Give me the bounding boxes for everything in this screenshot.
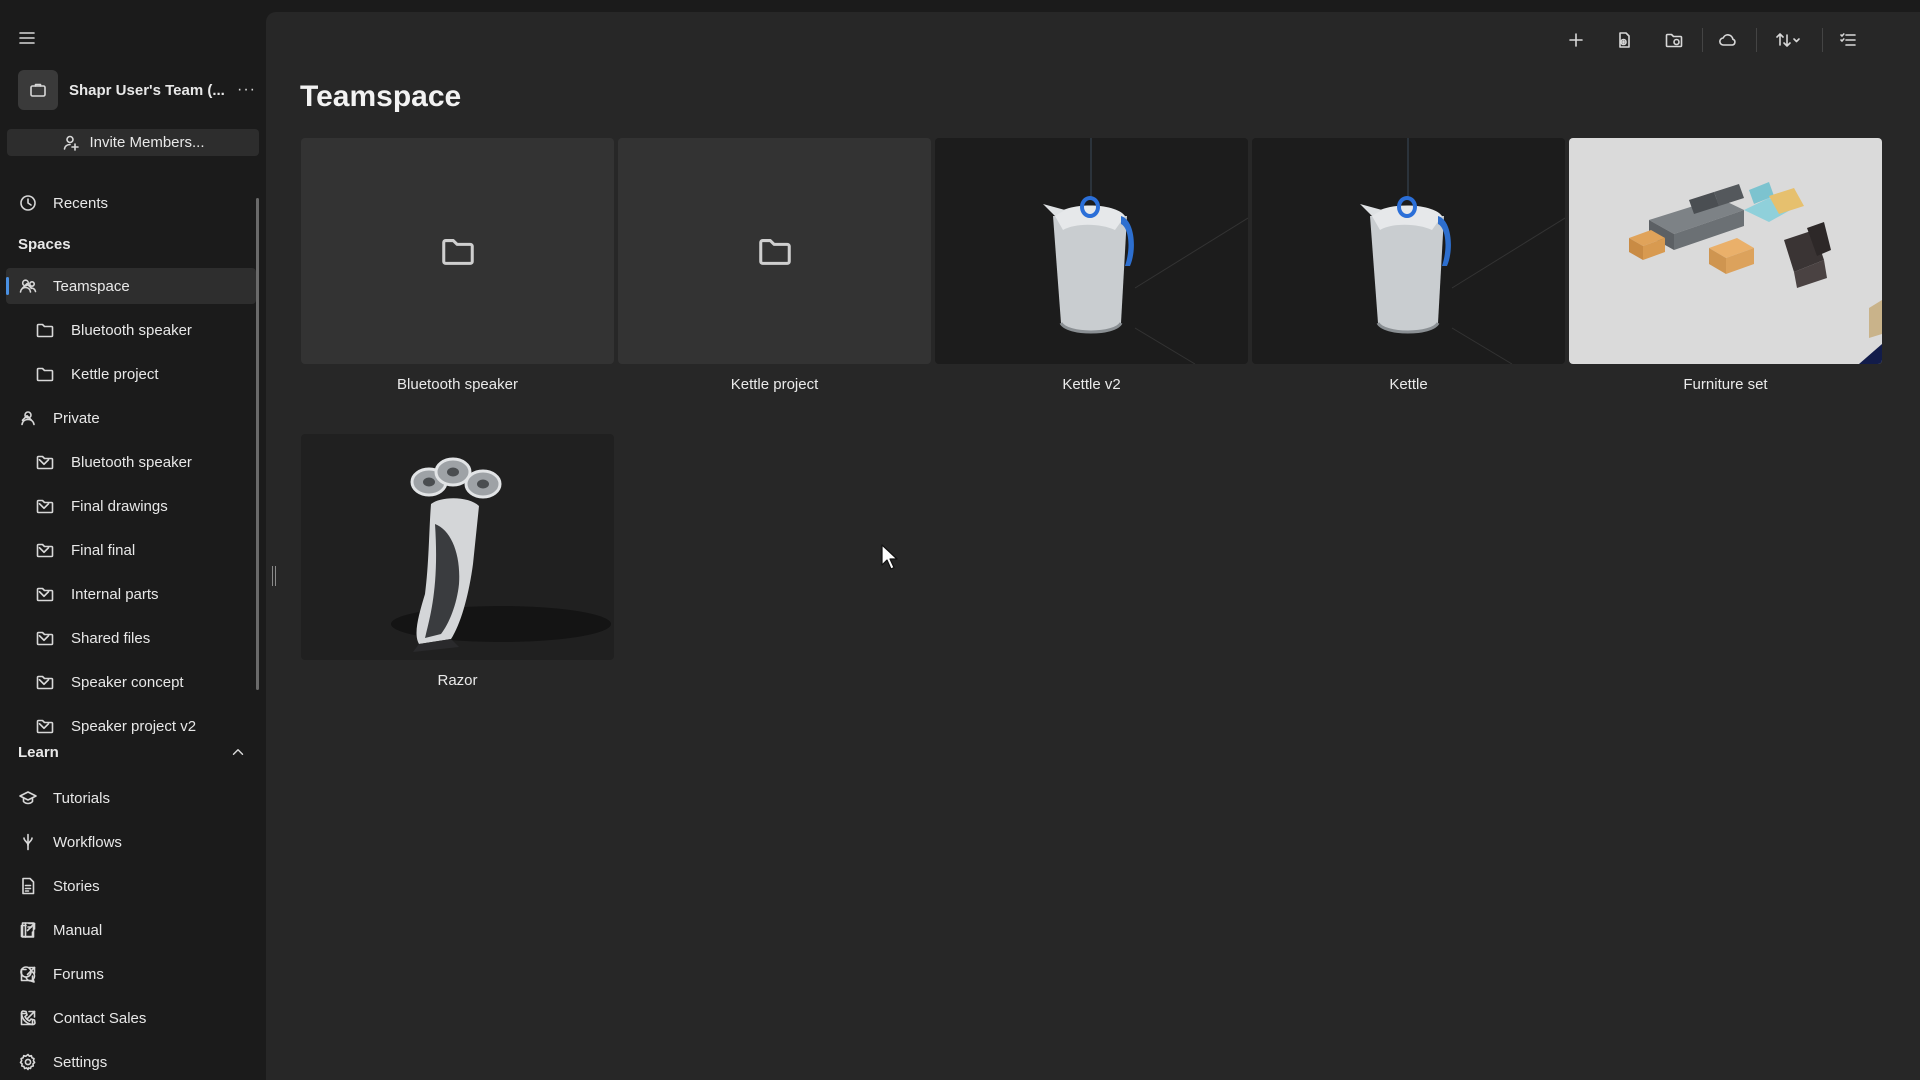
workflow-icon <box>18 832 38 852</box>
toolbar <box>1560 24 1920 56</box>
folder-thumbnail <box>618 138 931 364</box>
sidebar-item-private[interactable]: Private <box>0 400 256 436</box>
chevron-down-icon[interactable] <box>35 541 246 559</box>
team-selector[interactable]: Shapr User's Team (... ··· <box>18 70 258 110</box>
spaces-header: Spaces <box>18 236 71 253</box>
folder-label: Bluetooth speaker <box>71 321 192 339</box>
sidebar-item-settings[interactable]: Settings <box>0 1044 256 1080</box>
new-folder-icon[interactable] <box>1658 24 1690 56</box>
folder-thumbnail <box>301 138 614 364</box>
toolbar-divider <box>1822 28 1823 52</box>
sidebar-item-workflows[interactable]: Workflows <box>0 824 256 860</box>
sidebar-item-private-folder[interactable]: Speaker concept <box>0 664 256 700</box>
clock-icon <box>18 193 38 213</box>
external-link-icon[interactable] <box>18 964 248 984</box>
gear-icon <box>18 1052 38 1072</box>
folder-icon <box>35 320 55 340</box>
external-link-icon[interactable] <box>18 1008 248 1028</box>
list-view-icon[interactable] <box>1832 24 1864 56</box>
design-card[interactable]: Furniture set <box>1569 138 1882 393</box>
sidebar-item-private-folder[interactable]: Internal parts <box>0 576 256 612</box>
kettle-thumbnail <box>1252 138 1565 364</box>
recents-label: Recents <box>53 194 109 212</box>
tutorials-label: Tutorials <box>53 789 110 807</box>
chevron-down-icon[interactable] <box>35 717 246 734</box>
hamburger-menu-icon[interactable] <box>17 28 39 50</box>
briefcase-icon <box>18 70 58 110</box>
cloud-icon[interactable] <box>1712 24 1744 56</box>
sidebar-item-private-folder[interactable]: Final final <box>0 532 256 568</box>
sidebar-item-stories[interactable]: Stories <box>0 868 256 904</box>
sidebar-item-forums[interactable]: Forums <box>0 956 256 992</box>
sidebar-item-teamspace-folder[interactable]: Bluetooth speaker <box>0 312 256 348</box>
learn-header: Learn <box>18 744 59 761</box>
team-name: Shapr User's Team (... <box>69 81 225 99</box>
add-person-icon <box>61 133 81 153</box>
kettle-v2-thumbnail <box>935 138 1248 364</box>
document-icon <box>18 876 38 896</box>
workflows-label: Workflows <box>53 833 122 851</box>
sidebar-item-private-folder[interactable]: Shared files <box>0 620 256 656</box>
design-card[interactable]: Kettle v2 <box>935 138 1248 393</box>
card-label: Furniture set <box>1683 376 1768 393</box>
chevron-up-icon[interactable] <box>18 409 246 427</box>
stories-label: Stories <box>53 877 100 895</box>
sidebar-item-private-folder[interactable]: Bluetooth speaker <box>0 444 256 480</box>
sidebar-item-manual[interactable]: Manual <box>0 912 256 948</box>
sort-icon[interactable] <box>1766 24 1810 56</box>
sidebar-item-recents[interactable]: Recents <box>0 185 256 221</box>
private-section: Private Bluetooth speaker Final drawings… <box>0 400 256 734</box>
toolbar-divider <box>1756 28 1757 52</box>
invite-members-label: Invite Members... <box>89 134 205 151</box>
sidebar-item-private-folder[interactable]: Speaker project v2 <box>0 708 256 734</box>
folder-icon <box>35 364 55 384</box>
card-label: Bluetooth speaker <box>397 376 518 393</box>
sidebar-item-teamspace-folder[interactable]: Kettle project <box>0 356 256 392</box>
invite-members-button[interactable]: Invite Members... <box>7 129 259 156</box>
card-label: Kettle <box>1389 376 1428 393</box>
mouse-cursor-icon <box>880 543 900 571</box>
design-card[interactable]: Razor <box>301 434 614 689</box>
external-link-icon[interactable] <box>18 920 248 940</box>
import-file-icon[interactable] <box>1608 24 1640 56</box>
sidebar-item-contact-sales[interactable]: Contact Sales <box>0 1000 256 1036</box>
folder-card[interactable]: Bluetooth speaker <box>301 138 614 393</box>
folder-label: Kettle project <box>71 365 159 383</box>
chevron-down-icon[interactable] <box>35 497 246 515</box>
chevron-down-icon[interactable] <box>35 673 246 691</box>
folder-card[interactable]: Kettle project <box>618 138 931 393</box>
chevron-up-icon[interactable] <box>229 743 247 761</box>
razor-thumbnail <box>301 434 614 660</box>
design-card[interactable]: Kettle <box>1252 138 1565 393</box>
folder-icon <box>439 232 477 270</box>
sidebar-item-teamspace[interactable]: Teamspace <box>6 268 256 304</box>
chevron-down-icon[interactable] <box>35 585 246 603</box>
add-icon[interactable] <box>1560 24 1592 56</box>
settings-label: Settings <box>53 1053 108 1071</box>
more-options-icon[interactable]: ··· <box>237 81 256 99</box>
card-label: Razor <box>437 672 478 689</box>
sidebar: Shapr User's Team (... ··· Invite Member… <box>0 0 266 1080</box>
sidebar-item-private-folder[interactable]: Final drawings <box>0 488 256 524</box>
graduation-cap-icon <box>18 788 38 808</box>
page-title: Teamspace <box>300 80 462 113</box>
chevron-down-icon[interactable] <box>35 629 246 647</box>
sidebar-scrollbar[interactable] <box>256 198 259 690</box>
chevron-down-icon[interactable] <box>35 453 246 471</box>
card-label: Kettle project <box>730 376 819 393</box>
sidebar-resize-handle[interactable] <box>272 566 276 586</box>
folder-icon <box>756 232 794 270</box>
toolbar-divider <box>1702 28 1703 52</box>
card-label: Kettle v2 <box>1062 376 1121 393</box>
sidebar-item-tutorials[interactable]: Tutorials <box>0 780 256 816</box>
chevron-up-icon[interactable] <box>18 277 246 295</box>
furniture-set-thumbnail <box>1569 138 1882 364</box>
